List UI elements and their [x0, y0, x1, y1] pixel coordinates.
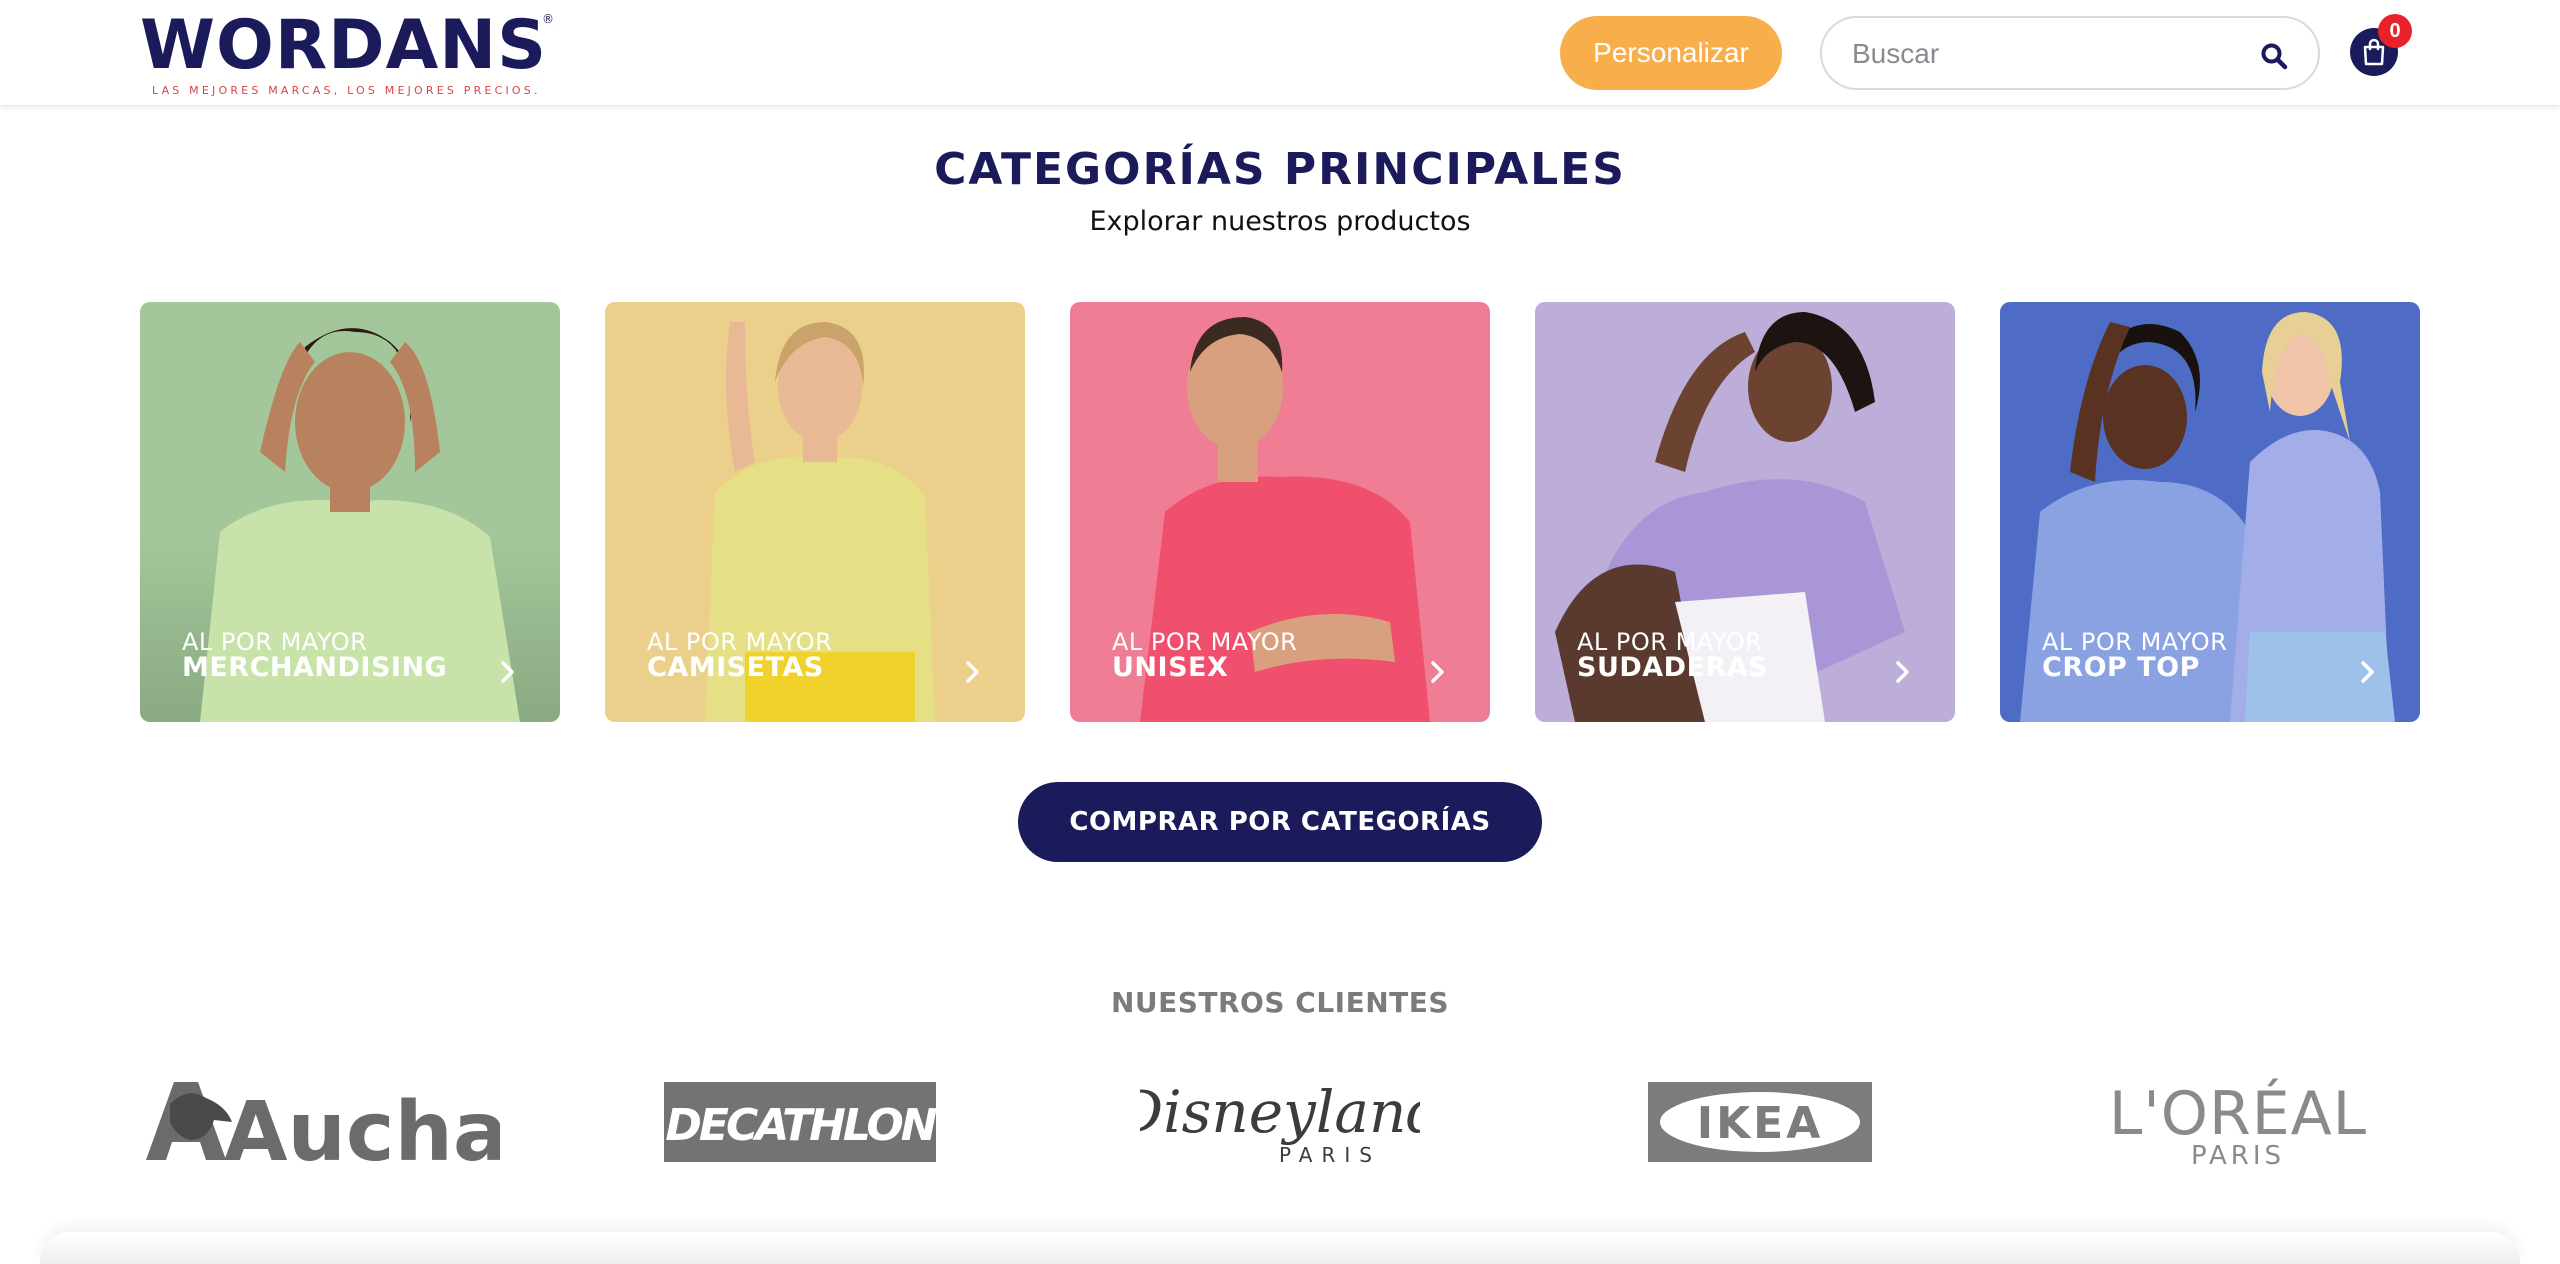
client-logo-ikea: IKEA [1648, 1076, 1872, 1166]
category-card-camisetas[interactable]: AL POR MAYOR CAMISETAS [605, 302, 1025, 722]
category-name: SUDADERAS [1577, 652, 1769, 683]
categories-title: CATEGORÍAS PRINCIPALES [934, 144, 1626, 195]
chevron-right-icon [1431, 661, 1444, 683]
shop-by-categories-button[interactable]: COMPRAR POR CATEGORÍAS [1018, 782, 1542, 862]
search-box[interactable] [1820, 16, 2320, 90]
category-name: CAMISETAS [647, 652, 824, 683]
client-logo-auchan: Auchan [140, 1076, 567, 1180]
svg-text:DECATHLON: DECATHLON [665, 1100, 936, 1151]
cart-count-badge: 0 [2378, 14, 2412, 48]
categories-subtitle: Explorar nuestros productos [1089, 206, 1471, 237]
svg-text:Auchan: Auchan [224, 1085, 500, 1166]
logo-wordmark: WORDANS [140, 6, 548, 85]
footer-edge [40, 1232, 2520, 1264]
category-card-unisex[interactable]: AL POR MAYOR UNISEX [1070, 302, 1490, 722]
chevron-right-icon [966, 661, 979, 683]
search-icon[interactable] [2260, 42, 2288, 70]
svg-text:PARIS: PARIS [2191, 1141, 2285, 1166]
svg-text:IKEA: IKEA [1697, 1098, 1824, 1149]
chevron-right-icon [2361, 661, 2374, 683]
cart-button[interactable]: 0 [2350, 14, 2412, 76]
logo-tagline: LAS MEJORES MARCAS, LOS MEJORES PRECIOS. [152, 84, 541, 97]
chevron-right-icon [501, 661, 514, 683]
chevron-right-icon [1896, 661, 1909, 683]
svg-text:Disneyland: Disneyland [1140, 1078, 1420, 1146]
site-header: WORDANS ® LAS MEJORES MARCAS, LOS MEJORE… [0, 0, 2560, 106]
category-name: CROP TOP [2042, 652, 2200, 683]
wordans-logo[interactable]: WORDANS ® LAS MEJORES MARCAS, LOS MEJORE… [140, 8, 560, 98]
category-card-merchandising[interactable]: AL POR MAYOR MERCHANDISING [140, 302, 560, 722]
clients-title: NUESTROS CLIENTES [1110, 986, 1450, 1019]
svg-text:L'ORÉAL: L'ORÉAL [2109, 1077, 2367, 1149]
svg-text:PARIS: PARIS [1279, 1143, 1381, 1166]
client-logo-loreal-paris: L'ORÉAL PARIS [2086, 1076, 2390, 1171]
client-logo-decathlon: DECATHLON [664, 1076, 940, 1166]
client-logo-disneyland-paris: Disneyland PARIS [1116, 1076, 1444, 1167]
search-input[interactable] [1852, 32, 2252, 76]
personalize-button[interactable]: Personalizar [1560, 16, 1782, 90]
logo-registered-mark: ® [542, 12, 554, 26]
category-card-crop-top[interactable]: AL POR MAYOR CROP TOP [2000, 302, 2420, 722]
category-name: MERCHANDISING [182, 652, 448, 683]
category-name: UNISEX [1112, 652, 1229, 683]
category-card-sudaderas[interactable]: AL POR MAYOR SUDADERAS [1535, 302, 1955, 722]
